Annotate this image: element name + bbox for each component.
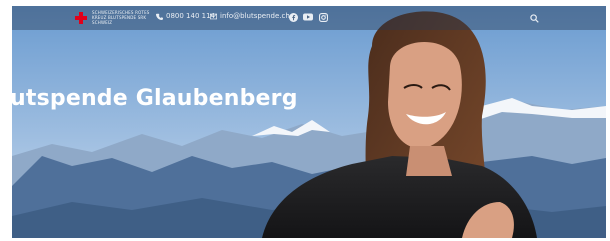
email-link[interactable]: info@blutspende.ch bbox=[210, 12, 290, 20]
phone-number: 0800 140 114 bbox=[166, 12, 215, 20]
hero-title: utspende Glaubenberg bbox=[12, 86, 298, 111]
top-bar: SCHWEIZERISCHES ROTES KREUZ BLUTSPENDE S… bbox=[12, 6, 606, 30]
facebook-icon[interactable] bbox=[287, 11, 299, 23]
mail-icon bbox=[210, 13, 217, 19]
hero-image bbox=[12, 6, 606, 238]
email-address: info@blutspende.ch bbox=[220, 12, 290, 20]
page-frame: SCHWEIZERISCHES ROTES KREUZ BLUTSPENDE S… bbox=[12, 6, 606, 238]
red-cross-icon bbox=[75, 11, 87, 24]
search-icon bbox=[529, 13, 539, 23]
phone-link[interactable]: 0800 140 114 bbox=[156, 12, 215, 20]
logo-text: SCHWEIZERISCHES ROTES KREUZ BLUTSPENDE S… bbox=[92, 10, 150, 25]
instagram-icon[interactable] bbox=[317, 11, 329, 23]
search-button[interactable] bbox=[527, 11, 541, 25]
youtube-icon[interactable] bbox=[302, 11, 314, 23]
logo[interactable]: SCHWEIZERISCHES ROTES KREUZ BLUTSPENDE S… bbox=[74, 10, 160, 25]
phone-icon bbox=[156, 13, 163, 20]
